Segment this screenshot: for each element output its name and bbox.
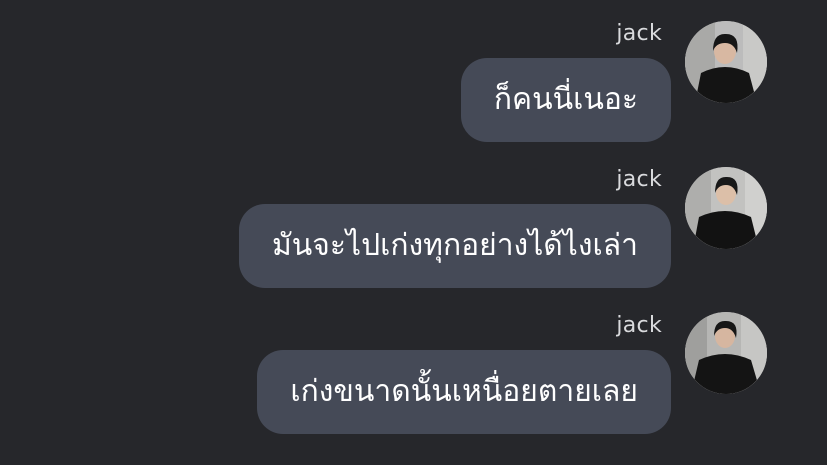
avatar[interactable] xyxy=(685,312,767,394)
user-photo-icon xyxy=(685,167,767,249)
message-bubble[interactable]: เก่งขนาดนั้นเหนื่อยตายเลย xyxy=(257,350,671,434)
message-bubble[interactable]: ก็คนนี่เนอะ xyxy=(460,58,671,142)
user-photo-icon xyxy=(685,312,767,394)
sender-name: jack xyxy=(616,21,662,46)
sender-name: jack xyxy=(616,167,662,192)
user-photo-icon xyxy=(685,21,767,103)
avatar[interactable] xyxy=(685,21,767,103)
sender-name: jack xyxy=(616,313,662,338)
message-bubble[interactable]: มันจะไปเก่งทุกอย่างได้ไงเล่า xyxy=(239,204,671,288)
avatar[interactable] xyxy=(685,167,767,249)
